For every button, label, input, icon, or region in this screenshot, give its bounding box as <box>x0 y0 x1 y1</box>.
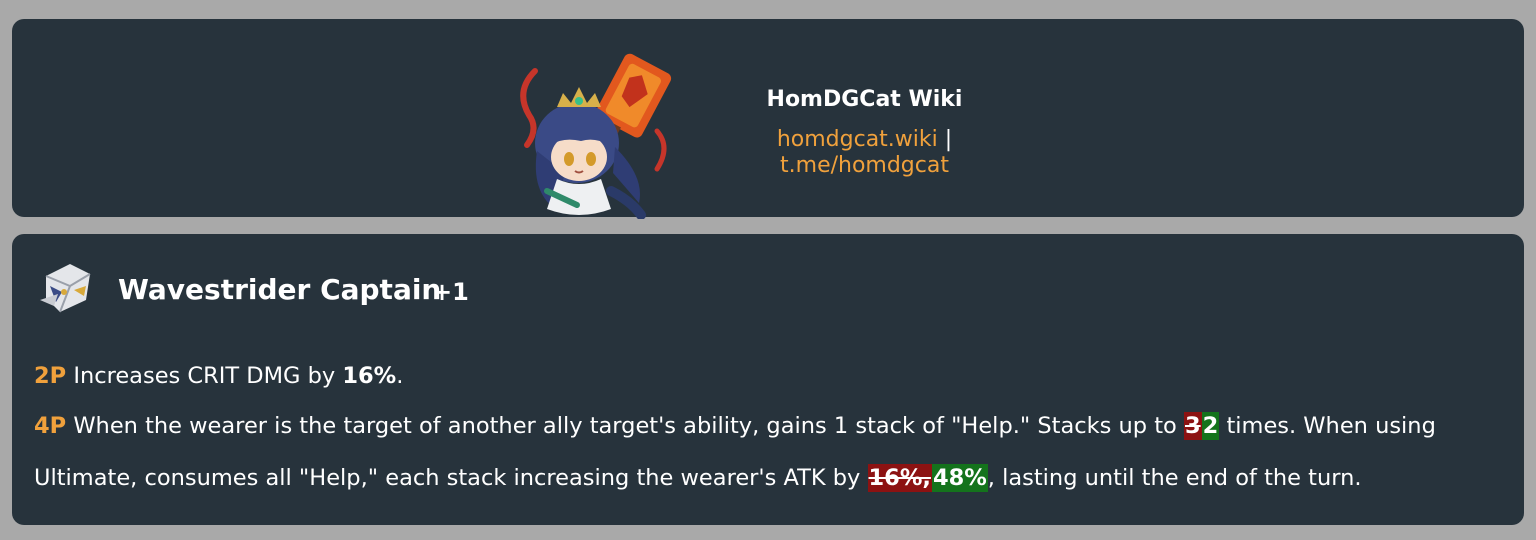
effect-2p-value: 16% <box>342 363 397 389</box>
telegram-link[interactable]: t.me/homdgcat <box>780 153 949 178</box>
relic-set-card: Wavestrider Captain +1 2P Increases CRIT… <box>12 234 1524 525</box>
effect-4p-text-3: , lasting until the end of the turn. <box>987 465 1362 491</box>
wavestrider-captain-set-icon <box>40 264 91 313</box>
effect-2p: 2P Increases CRIT DMG by 16%. <box>34 350 1504 402</box>
stacks-old-value: 3 <box>1183 412 1202 440</box>
link-separator: | <box>944 127 953 152</box>
stacks-new-value: 2 <box>1201 412 1220 440</box>
set-level-badge: +1 <box>432 278 469 306</box>
atk-new-value: 48% <box>931 464 988 492</box>
effect-2p-text: Increases CRIT DMG by <box>73 363 343 389</box>
site-title: HomDGCat Wiki <box>766 87 963 112</box>
wiki-link[interactable]: homdgcat.wiki <box>777 127 938 152</box>
piece-label-2p: 2P <box>34 363 67 389</box>
effect-2p-end: . <box>396 363 404 389</box>
piece-label-4p: 4P <box>34 413 67 439</box>
effect-4p: 4P When the wearer is the target of anot… <box>34 400 1504 504</box>
site-info: HomDGCat Wiki homdgcat.wiki | t.me/homdg… <box>692 87 1037 179</box>
chibi-mascot-icon <box>520 53 672 219</box>
atk-old-value: 16%, <box>867 464 932 492</box>
effect-4p-text-1: When the wearer is the target of another… <box>73 413 1184 439</box>
set-name: Wavestrider Captain <box>118 273 442 306</box>
header-card: HomDGCat Wiki homdgcat.wiki | t.me/homdg… <box>12 19 1524 219</box>
site-links: homdgcat.wiki | t.me/homdgcat <box>692 127 1037 179</box>
